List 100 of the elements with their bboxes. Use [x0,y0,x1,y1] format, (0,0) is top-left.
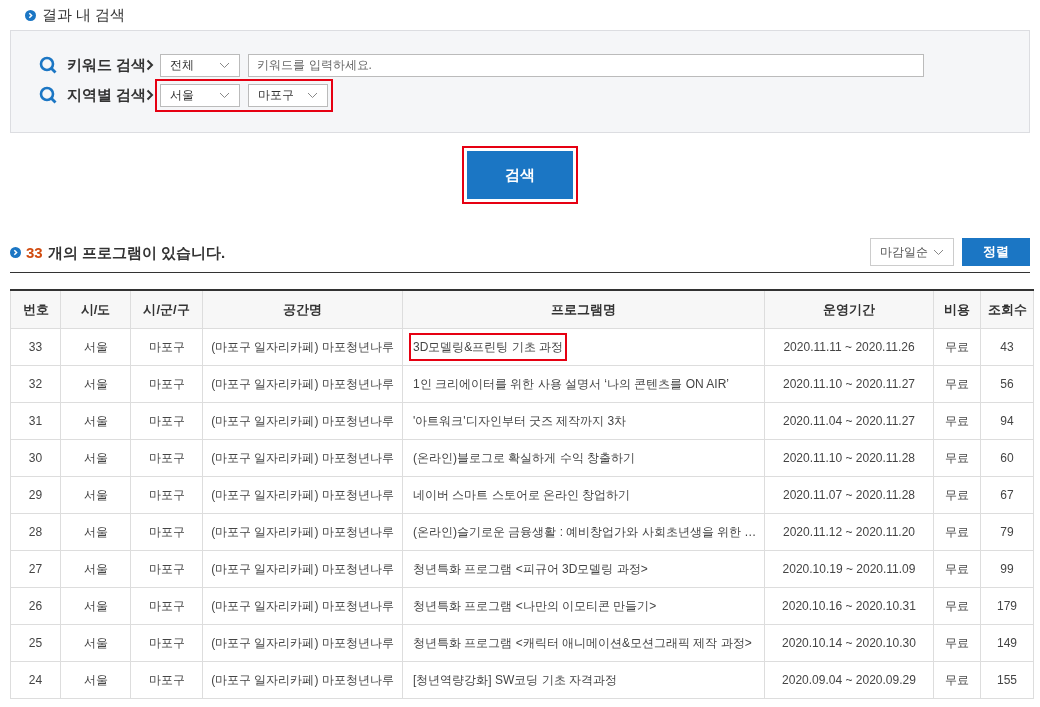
table-cell: 마포구 [130,550,203,587]
table-cell: 서울 [60,550,131,587]
column-header: 시/군/구 [130,290,203,328]
column-header: 비용 [933,290,981,328]
bullet-icon [25,9,36,21]
table-cell: 서울 [60,328,131,365]
table-cell: 2020.11.10 ~ 2020.11.28 [764,439,934,476]
result-count-text: 개의 프로그램이 있습니다. [47,242,226,263]
dropdown[interactable]: 전체 [160,53,241,77]
table-cell: 2020.11.11 ~ 2020.11.26 [764,328,934,365]
search-icon [39,86,57,104]
search-button[interactable]: 검색 [467,151,573,199]
table-cell: 무료 [933,513,981,550]
table-cell: 2020.11.07 ~ 2020.11.28 [764,476,934,513]
chevron-right-icon [146,89,155,101]
column-header: 프로그램명 [402,290,765,328]
result-count: 33 [26,242,43,263]
chevron-right-icon [146,59,155,71]
column-header: 운영기간 [764,290,934,328]
table-cell: 2020.09.04 ~ 2020.09.29 [764,661,934,698]
table-cell: 마포구 [130,328,203,365]
table-cell: 마포구 [130,587,203,624]
table-cell: 31 [10,402,61,439]
table-cell: 무료 [933,476,981,513]
table-cell: 서울 [60,402,131,439]
table-cell: 2020.10.14 ~ 2020.10.30 [764,624,934,661]
table-cell: 67 [980,476,1034,513]
table-cell: 서울 [60,476,131,513]
table-cell: 2020.10.16 ~ 2020.10.31 [764,587,934,624]
table-cell: 마포구 [130,661,203,698]
table-cell: (마포구 일자리카페) 마포청년나루 [202,402,403,439]
table-cell: (마포구 일자리카페) 마포청년나루 [202,328,403,365]
bullet-icon [10,247,21,259]
table-cell: (마포구 일자리카페) 마포청년나루 [202,587,403,624]
table-cell: 28 [10,513,61,550]
table-cell: 무료 [933,439,981,476]
search-icon [39,56,57,74]
dropdown[interactable]: 마포구 [248,83,329,107]
table-cell: 43 [980,328,1034,365]
table-cell: 33 [10,328,61,365]
table-cell: 2020.11.12 ~ 2020.11.20 [764,513,934,550]
table-cell: 99 [980,550,1034,587]
table-cell: 서울 [60,624,131,661]
table-cell: 무료 [933,550,981,587]
table-cell: 2020.11.10 ~ 2020.11.27 [764,365,934,402]
sort-dropdown[interactable]: 마감일순 [870,238,954,266]
column-header: 시/도 [60,290,131,328]
table-cell: 마포구 [130,439,203,476]
chevron-down-icon [307,91,319,99]
table-cell: (마포구 일자리카페) 마포청년나루 [202,513,403,550]
table-cell: 서울 [60,587,131,624]
table-cell: 서울 [60,365,131,402]
chevron-down-icon [219,61,231,69]
table-cell: 서울 [60,661,131,698]
table-cell: 56 [980,365,1034,402]
table-cell: 무료 [933,328,981,365]
sort-button[interactable]: 정렬 [962,238,1030,266]
table-cell: 149 [980,624,1034,661]
table-cell: (마포구 일자리카페) 마포청년나루 [202,550,403,587]
keyword-input[interactable]: 키워드를 입력하세요. [248,53,925,77]
chevron-down-icon [219,91,231,99]
table-cell: 155 [980,661,1034,698]
table-cell: 마포구 [130,513,203,550]
table-cell: 서울 [60,513,131,550]
table-cell: 마포구 [130,624,203,661]
table-cell: 27 [10,550,61,587]
table-cell: 무료 [933,624,981,661]
table-cell: 94 [980,402,1034,439]
table-cell: (마포구 일자리카페) 마포청년나루 [202,365,403,402]
column-header: 번호 [10,290,61,328]
chevron-down-icon [933,248,944,256]
table-cell: 79 [980,513,1034,550]
table-cell: (마포구 일자리카페) 마포청년나루 [202,661,403,698]
table-cell: 2020.11.04 ~ 2020.11.27 [764,402,934,439]
table-cell: 무료 [933,661,981,698]
table-cell: 마포구 [130,402,203,439]
column-header: 공간명 [202,290,403,328]
table-cell: (마포구 일자리카페) 마포청년나루 [202,476,403,513]
table-cell: 29 [10,476,61,513]
table-cell: 24 [10,661,61,698]
table-cell: 179 [980,587,1034,624]
dropdown[interactable]: 서울 [160,83,241,107]
filter-label: 키워드 검색 [67,54,147,75]
section-title: 결과 내 검색 [42,4,126,25]
column-header: 조회수 [980,290,1034,328]
table-cell: 60 [980,439,1034,476]
table-cell: (마포구 일자리카페) 마포청년나루 [202,439,403,476]
table-cell: 마포구 [130,365,203,402]
filter-label: 지역별 검색 [67,84,147,105]
table-cell: 마포구 [130,476,203,513]
table-cell: 무료 [933,402,981,439]
table-cell: 30 [10,439,61,476]
table-cell: 2020.10.19 ~ 2020.11.09 [764,550,934,587]
table-cell: 서울 [60,439,131,476]
table-cell: (마포구 일자리카페) 마포청년나루 [202,624,403,661]
table-cell: 무료 [933,587,981,624]
table-cell: 32 [10,365,61,402]
table-cell: 26 [10,587,61,624]
table-cell: 25 [10,624,61,661]
table-cell: 무료 [933,365,981,402]
